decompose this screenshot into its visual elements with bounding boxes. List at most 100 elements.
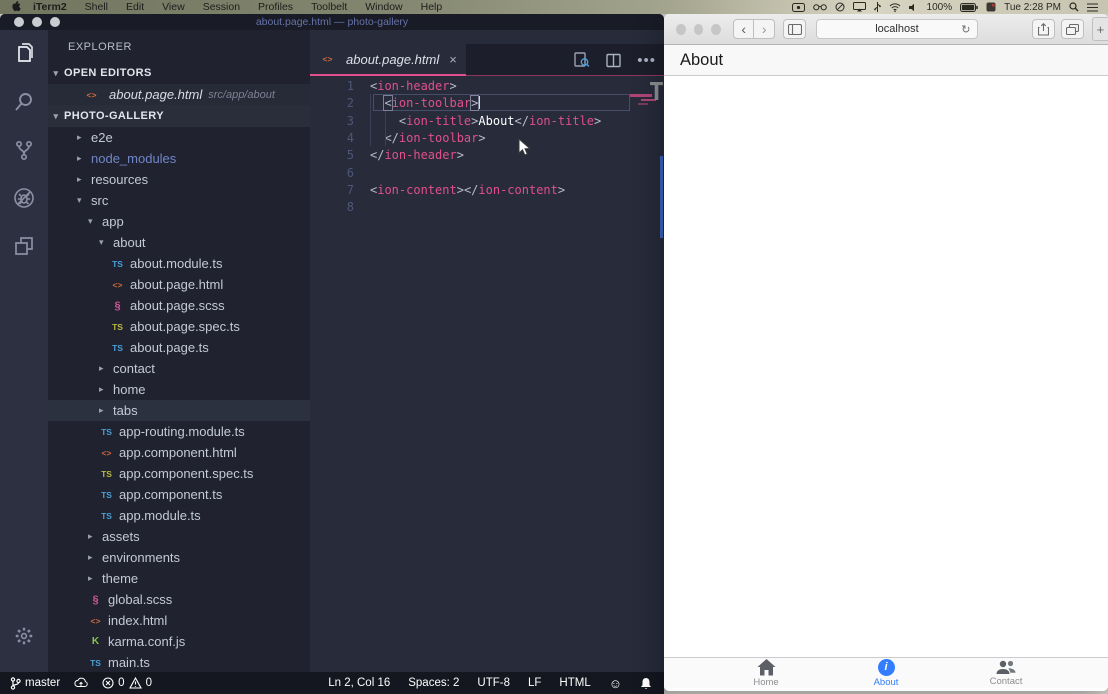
tree-item-about.page.ts[interactable]: TSabout.page.ts (48, 337, 310, 358)
code-line-7[interactable]: <ion-content></ion-content> (370, 182, 565, 199)
menu-view[interactable]: View (153, 1, 194, 13)
zoom-window-button[interactable] (711, 24, 721, 35)
new-tab-button[interactable]: + (1092, 17, 1108, 41)
line-number: 1 (310, 78, 354, 95)
menu-iterm2[interactable]: iTerm2 (24, 1, 76, 13)
tree-item-app-routing.module.ts[interactable]: TSapp-routing.module.ts (48, 421, 310, 442)
tree-item-label: tabs (113, 403, 138, 418)
open-preview-icon[interactable] (574, 52, 590, 68)
gear-icon[interactable] (0, 612, 48, 660)
ion-tab-home[interactable]: Home (721, 658, 811, 688)
forward-button[interactable]: › (754, 19, 775, 39)
tab-about-page-html[interactable]: <> about.page.html × (310, 44, 466, 76)
tree-item-src[interactable]: ▾src (48, 190, 310, 211)
tree-item-node_modules[interactable]: ▸node_modules (48, 148, 310, 169)
usb-icon[interactable] (874, 2, 881, 12)
tree-item-about.page.html[interactable]: <>about.page.html (48, 274, 310, 295)
explorer-icon[interactable] (0, 30, 48, 78)
tree-item-app[interactable]: ▾app (48, 211, 310, 232)
menu-toolbelt[interactable]: Toolbelt (302, 1, 356, 13)
do-not-disturb-icon[interactable] (835, 2, 845, 12)
code-line-3[interactable]: <ion-title>About</ion-title> (370, 113, 601, 130)
share-icon[interactable] (1032, 19, 1055, 39)
extensions-icon[interactable] (0, 222, 48, 270)
tree-item-karma.conf.js[interactable]: Kkarma.conf.js (48, 631, 310, 652)
more-actions-icon[interactable]: ••• (637, 52, 656, 69)
sidebar-toggle-icon[interactable] (783, 19, 806, 39)
menu-window[interactable]: Window (356, 1, 411, 13)
tree-item-about.page.scss[interactable]: §about.page.scss (48, 295, 310, 316)
apple-menu-icon[interactable] (8, 0, 24, 15)
code-editor[interactable]: 1<ion-header>2 <ion-toolbar>3 <ion-title… (310, 77, 664, 672)
wifi-icon[interactable] (889, 3, 901, 12)
menu-profiles[interactable]: Profiles (249, 1, 302, 13)
menu-clock[interactable]: Tue 2:28 PM (1004, 2, 1061, 13)
tree-item-about.module.ts[interactable]: TSabout.module.ts (48, 253, 310, 274)
spotlight-icon[interactable] (1069, 2, 1079, 12)
code-line-5[interactable]: </ion-header> (370, 147, 464, 164)
status-lf[interactable]: LF (519, 677, 550, 689)
tree-item-index.html[interactable]: <>index.html (48, 610, 310, 631)
tree-item-resources[interactable]: ▸resources (48, 169, 310, 190)
reload-icon[interactable]: ↻ (961, 23, 970, 36)
glasses-icon[interactable] (813, 3, 827, 11)
tree-item-tabs[interactable]: ▸tabs (48, 400, 310, 421)
volume-icon[interactable] (909, 3, 919, 12)
tree-item-main.ts[interactable]: TSmain.ts (48, 652, 310, 672)
code-line-4[interactable]: </ion-toolbar> (370, 130, 486, 147)
problems-indicator[interactable]: 0 0 (95, 672, 159, 694)
close-icon[interactable]: × (449, 52, 457, 67)
debug-icon[interactable] (0, 174, 48, 222)
menu-edit[interactable]: Edit (117, 1, 153, 13)
airplay-display-icon[interactable] (853, 2, 866, 12)
back-button[interactable]: ‹ (733, 19, 754, 39)
source-control-icon[interactable] (0, 126, 48, 174)
notifications-bell-icon[interactable] (631, 677, 664, 690)
open-editors-section[interactable]: ▾ OPEN EDITORS (48, 62, 310, 84)
address-bar[interactable]: localhost ↻ (816, 19, 977, 39)
ion-tab-about[interactable]: iAbout (841, 658, 931, 688)
battery-icon[interactable] (960, 3, 978, 12)
input-source-icon[interactable] (986, 2, 996, 12)
feedback-smiley-icon[interactable]: ☺ (600, 676, 631, 691)
tab-overview-icon[interactable] (1061, 19, 1084, 39)
menu-shell[interactable]: Shell (76, 1, 117, 13)
split-editor-icon[interactable] (606, 53, 621, 68)
open-editor-item[interactable]: <> about.page.html src/app/about (48, 84, 310, 105)
close-window-button[interactable] (676, 24, 686, 35)
scss-file-icon: § (88, 594, 103, 606)
tree-item-home[interactable]: ▸home (48, 379, 310, 400)
screen-record-icon[interactable] (792, 3, 805, 12)
tree-item-assets[interactable]: ▸assets (48, 526, 310, 547)
status-ln-2-col-16[interactable]: Ln 2, Col 16 (319, 677, 399, 689)
project-section[interactable]: ▾ PHOTO-GALLERY (48, 105, 310, 127)
tree-item-label: contact (113, 361, 155, 376)
status-utf-8[interactable]: UTF-8 (468, 677, 519, 689)
search-icon[interactable] (0, 78, 48, 126)
vscode-title-bar[interactable]: about.page.html — photo-gallery (0, 14, 664, 30)
status-spaces-2[interactable]: Spaces: 2 (399, 677, 468, 689)
tree-item-app.component.html[interactable]: <>app.component.html (48, 442, 310, 463)
code-line-2[interactable]: <ion-toolbar> (370, 95, 480, 112)
notification-center-icon[interactable] (1087, 3, 1098, 12)
code-line-1[interactable]: <ion-header> (370, 78, 457, 95)
tree-item-app.component.spec.ts[interactable]: TSapp.component.spec.ts (48, 463, 310, 484)
tree-item-e2e[interactable]: ▸e2e (48, 127, 310, 148)
tree-item-app.component.ts[interactable]: TSapp.component.ts (48, 484, 310, 505)
tree-item-app.module.ts[interactable]: TSapp.module.ts (48, 505, 310, 526)
tree-item-about[interactable]: ▾about (48, 232, 310, 253)
sync-changes-button[interactable] (67, 672, 95, 694)
tree-item-theme[interactable]: ▸theme (48, 568, 310, 589)
tree-item-environments[interactable]: ▸environments (48, 547, 310, 568)
git-branch-indicator[interactable]: master (0, 672, 67, 694)
tree-item-global.scss[interactable]: §global.scss (48, 589, 310, 610)
tree-item-label: about.page.html (130, 277, 223, 292)
activity-bar (0, 30, 48, 672)
status-html[interactable]: HTML (550, 677, 599, 689)
minimize-window-button[interactable] (694, 24, 704, 35)
menu-session[interactable]: Session (194, 1, 249, 13)
tree-item-about.page.spec.ts[interactable]: TSabout.page.spec.ts (48, 316, 310, 337)
menu-help[interactable]: Help (412, 1, 452, 13)
tree-item-contact[interactable]: ▸contact (48, 358, 310, 379)
ion-tab-contact[interactable]: Contact (961, 658, 1051, 688)
